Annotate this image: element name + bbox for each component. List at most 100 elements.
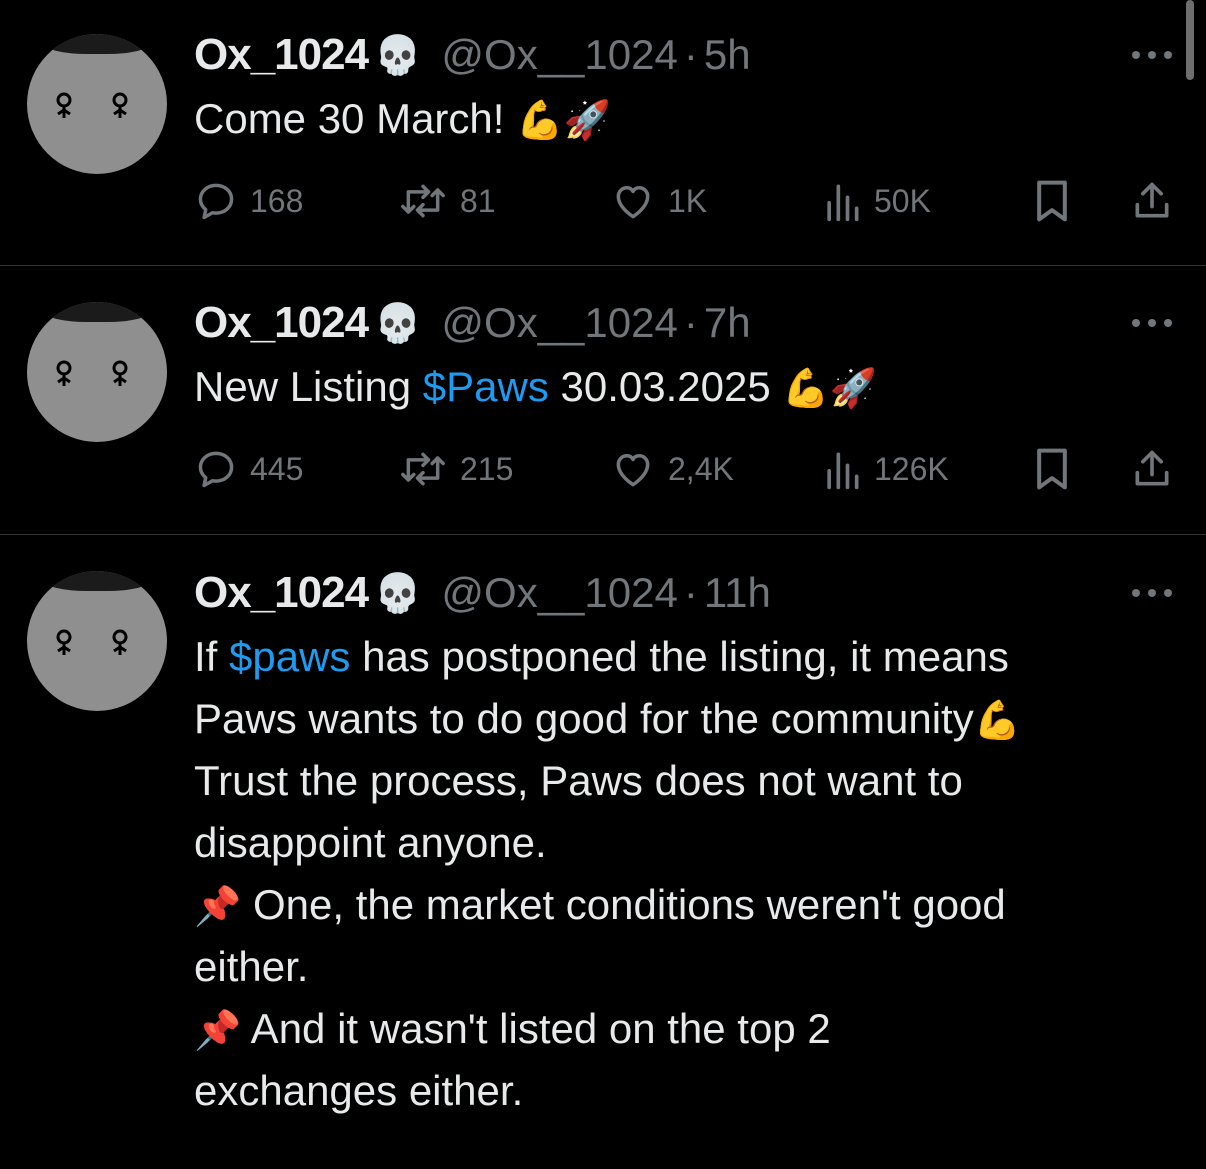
tweet-header: Ox_1024 💀 @Ox__1024 · 7h [194,298,751,348]
emoji: 📌 [194,1010,242,1052]
user-handle[interactable]: @Ox__1024 [441,569,677,617]
avatar-eye-icon [112,360,128,386]
like-icon [616,454,650,487]
bookmark-icon [1037,180,1067,222]
skull-emoji: 💀 [374,32,422,77]
more-icon[interactable] [1132,50,1172,60]
tweet[interactable]: Ox_1024 💀 @Ox__1024 · 11h If $paws has p… [0,535,1206,1169]
tweet-actions: 168 81 1K 50K [194,176,1184,226]
avatar[interactable] [27,571,167,711]
emoji: 💪🚀 [782,368,878,410]
reply-count: 168 [250,182,304,219]
repost-count: 81 [460,182,496,219]
cashtag-link[interactable]: $Paws [423,363,549,410]
display-name[interactable]: Ox_1024 [194,30,369,80]
bookmark-icon [1037,448,1067,490]
reply-button[interactable]: 168 [194,176,303,226]
like-button[interactable]: 1K [610,176,707,226]
tweet-actions: 445 215 2,4K 126K [194,444,1184,494]
like-button[interactable]: 2,4K [610,444,734,494]
text-segment: If [194,633,230,680]
tweet-text-line: Come 30 March! 💪🚀 [194,88,1174,150]
tweet-text: New Listing $Paws 30.03.2025 💪🚀 [194,356,1174,418]
display-name[interactable]: Ox_1024 [194,568,369,618]
views-button[interactable]: 50K [822,176,931,226]
tweet-text-line: Paws wants to do good for the community💪 [194,688,1174,750]
tweet-text-line: New Listing $Paws 30.03.2025 💪🚀 [194,356,1174,418]
bookmark-button[interactable] [1032,444,1072,494]
views-button[interactable]: 126K [822,444,949,494]
reply-button[interactable]: 445 [194,444,303,494]
text-segment: One, the market conditions weren't good [241,881,1006,928]
repost-icon [401,184,445,218]
share-icon [1135,450,1169,486]
text-segment: Come 30 March! [194,95,517,142]
views-icon [827,184,859,222]
avatar-eye-icon [112,92,128,118]
tweet-text: If $paws has postponed the listing, it m… [194,626,1174,1122]
text-segment: And it wasn't listed on the top 2 [241,1005,831,1052]
repost-button[interactable]: 81 [398,176,496,226]
repost-icon [401,452,445,486]
avatar-eye-icon [56,629,72,655]
avatar[interactable] [27,34,167,174]
more-icon[interactable] [1132,318,1172,328]
timeline-feed: Ox_1024 💀 @Ox__1024 · 5h Come 30 March! … [0,0,1206,1169]
separator-dot: · [683,569,698,616]
text-segment: New Listing [194,363,423,410]
text-segment: 30.03.2025 [548,363,783,410]
tweet-text-line: 📌 One, the market conditions weren't goo… [194,874,1174,936]
avatar-eye-icon [56,360,72,386]
avatar-hair [47,302,147,322]
text-segment: Paws wants to do good for the community [194,695,974,742]
tweet-text-line: either. [194,936,1174,998]
tweet[interactable]: Ox_1024 💀 @Ox__1024 · 5h Come 30 March! … [0,0,1206,266]
tweet-header: Ox_1024 💀 @Ox__1024 · 5h [194,30,751,80]
emoji: 💪🚀 [516,100,611,142]
timestamp[interactable]: 7h [704,299,751,347]
emoji: 📌 [194,886,242,928]
text-segment: has postponed the listing, it means [350,633,1009,680]
user-handle[interactable]: @Ox__1024 [441,31,677,79]
share-button[interactable] [1130,176,1174,226]
repost-button[interactable]: 215 [398,444,513,494]
reply-icon [198,451,234,488]
skull-emoji: 💀 [374,570,422,615]
skull-emoji: 💀 [374,300,422,345]
tweet-text-line: disappoint anyone. [194,812,1174,874]
cashtag-link[interactable]: $paws [229,633,350,680]
share-button[interactable] [1130,444,1174,494]
tweet-text: Come 30 March! 💪🚀 [194,88,1174,150]
tweet-text-line: Trust the process, Paws does not want to [194,750,1174,812]
emoji: 💪 [973,700,1022,742]
views-icon [827,452,859,490]
timestamp[interactable]: 11h [704,569,771,617]
text-segment: Trust the process, Paws does not want to [194,757,963,804]
bookmark-button[interactable] [1032,176,1072,226]
tweet[interactable]: Ox_1024 💀 @Ox__1024 · 7h New Listing $Pa… [0,266,1206,534]
text-segment: disappoint anyone. [194,819,547,866]
like-count: 2,4K [668,450,734,487]
share-icon [1135,182,1169,218]
text-segment: exchanges either. [194,1067,524,1114]
timestamp[interactable]: 5h [704,31,751,79]
avatar-eye-icon [56,92,72,118]
user-handle[interactable]: @Ox__1024 [441,299,677,347]
more-icon[interactable] [1132,588,1172,598]
tweet-text-line: If $paws has postponed the listing, it m… [194,626,1174,688]
avatar-hair [47,571,147,591]
tweet-header: Ox_1024 💀 @Ox__1024 · 11h [194,568,771,618]
tweet-text-line: 📌 And it wasn't listed on the top 2 [194,998,1174,1060]
display-name[interactable]: Ox_1024 [194,298,369,348]
avatar[interactable] [27,302,167,442]
repost-count: 215 [460,450,514,487]
like-count: 1K [668,182,708,219]
avatar-eye-icon [112,629,128,655]
separator-dot: · [683,31,698,78]
avatar-hair [47,34,147,54]
tweet-text-line: exchanges either. [194,1060,1174,1122]
views-count: 126K [874,450,949,487]
text-segment: either. [194,943,309,990]
reply-count: 445 [250,450,304,487]
separator-dot: · [683,299,698,346]
